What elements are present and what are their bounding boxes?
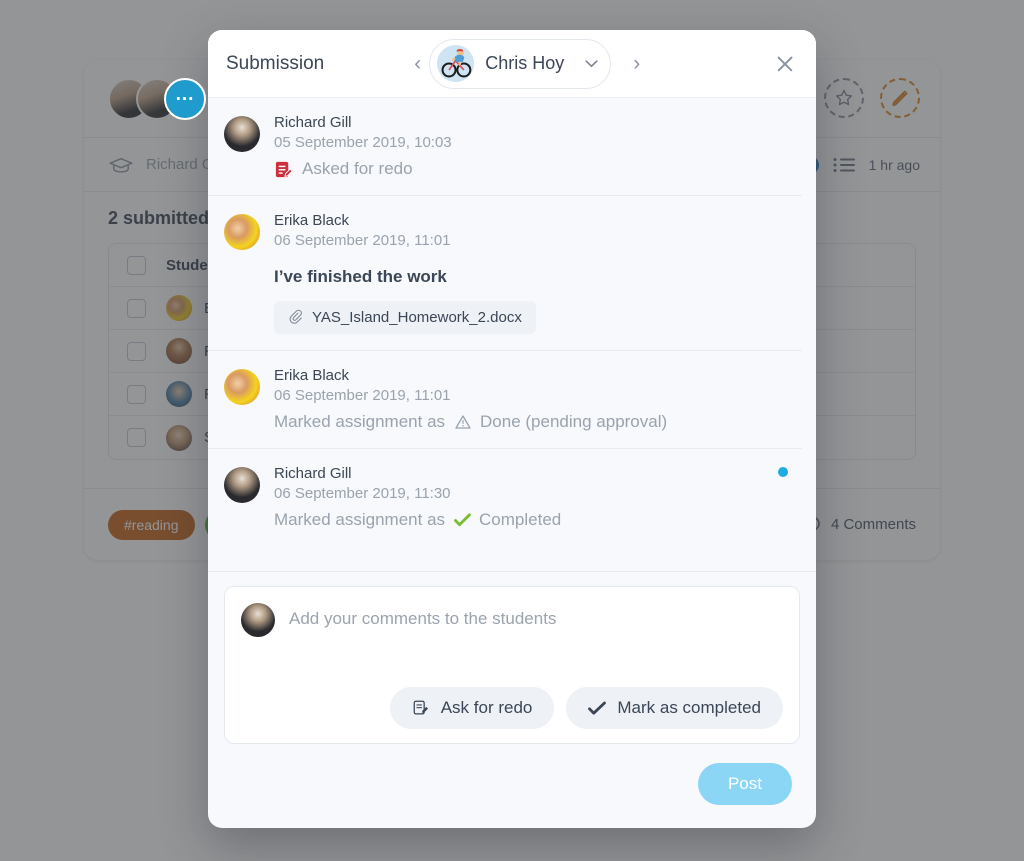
entry-date: 06 September 2019, 11:30 xyxy=(274,485,451,502)
mark-completed-button[interactable]: Mark as completed xyxy=(566,687,783,729)
status-badge: Completed xyxy=(454,510,561,530)
timeline-entry: Erika Black 06 September 2019, 11:01 Mar… xyxy=(208,351,802,449)
timeline-entry: Richard Gill 06 September 2019, 11:30 Ma… xyxy=(208,449,802,570)
post-button[interactable]: Post xyxy=(697,763,792,805)
mark-completed-label: Mark as completed xyxy=(617,698,761,717)
entry-date: 06 September 2019, 11:01 xyxy=(274,232,451,249)
entry-author: Richard Gill xyxy=(274,114,352,131)
modal-header: Submission ‹ Chris Hoy › xyxy=(208,30,816,98)
chevron-down-icon[interactable] xyxy=(585,59,598,68)
submission-timeline[interactable]: Richard Gill 05 September 2019, 10:03 As… xyxy=(208,98,816,571)
cyclist-icon xyxy=(437,45,475,82)
modal-footer: Post xyxy=(208,754,816,828)
timeline-entry-body: Richard Gill 06 September 2019, 11:30 Ma… xyxy=(274,465,786,530)
composer-actions: Ask for redo Mark as completed xyxy=(241,687,783,729)
redo-document-icon xyxy=(275,161,293,177)
warning-triangle-icon xyxy=(455,415,471,429)
entry-author: Richard Gill xyxy=(274,465,352,482)
submission-modal: Submission ‹ Chris Hoy › Richard Gill 05… xyxy=(208,30,816,828)
next-student-button[interactable]: › xyxy=(625,47,648,80)
modal-title: Submission xyxy=(226,52,325,74)
redo-document-icon xyxy=(413,700,428,715)
timeline-entry: Richard Gill 05 September 2019, 10:03 As… xyxy=(208,98,802,196)
paperclip-icon xyxy=(289,309,302,324)
timeline-entry-body: Erika Black 06 September 2019, 11:01 Mar… xyxy=(274,367,786,432)
entry-action: Marked assignment as Completed xyxy=(274,510,786,530)
close-icon[interactable] xyxy=(772,51,798,77)
ask-for-redo-button[interactable]: Ask for redo xyxy=(389,687,555,729)
status-text: Done (pending approval) xyxy=(480,412,668,431)
more-participants-button[interactable]: ... xyxy=(164,77,206,120)
status-badge: Done (pending approval) xyxy=(454,412,667,432)
timeline-entry-body: Erika Black 06 September 2019, 11:01 I’v… xyxy=(274,212,786,334)
avatar xyxy=(224,214,260,250)
entry-author: Erika Black xyxy=(274,212,350,229)
avatar xyxy=(224,467,260,503)
timeline-entry: Erika Black 06 September 2019, 11:01 I’v… xyxy=(208,196,802,351)
entry-action: Asked for redo xyxy=(274,159,786,179)
attachment-chip[interactable]: YAS_Island_Homework_2.docx xyxy=(274,301,536,334)
cyclist-avatar xyxy=(437,45,475,82)
entry-action: Marked assignment as Done (pending appro… xyxy=(274,412,786,432)
composer-section: Ask for redo Mark as completed xyxy=(208,571,816,754)
unread-indicator-dot xyxy=(778,467,788,477)
comment-composer: Ask for redo Mark as completed xyxy=(224,586,800,744)
selected-student-name: Chris Hoy xyxy=(485,53,565,73)
comment-input[interactable] xyxy=(289,603,783,629)
check-icon xyxy=(588,701,607,715)
attachment-filename: YAS_Island_Homework_2.docx xyxy=(312,309,522,326)
entry-action-text: Marked assignment as xyxy=(274,510,446,529)
composer-input-row xyxy=(241,603,783,637)
entry-action-text: Asked for redo xyxy=(302,159,413,178)
entry-date: 06 September 2019, 11:01 xyxy=(274,387,451,404)
green-check-icon xyxy=(454,513,471,527)
status-text: Completed xyxy=(479,510,562,529)
avatar xyxy=(224,369,260,405)
avatar xyxy=(241,603,275,637)
timeline-entry-body: Richard Gill 05 September 2019, 10:03 As… xyxy=(274,114,786,179)
student-selector[interactable]: Chris Hoy xyxy=(429,38,612,89)
entry-author: Erika Black xyxy=(274,367,350,384)
entry-action-text: Marked assignment as xyxy=(274,412,446,431)
entry-message: I’ve finished the work xyxy=(274,267,447,286)
entry-date: 05 September 2019, 10:03 xyxy=(274,134,452,151)
prev-student-button[interactable]: ‹ xyxy=(406,47,429,80)
avatar xyxy=(224,116,260,152)
ask-for-redo-label: Ask for redo xyxy=(440,698,533,717)
